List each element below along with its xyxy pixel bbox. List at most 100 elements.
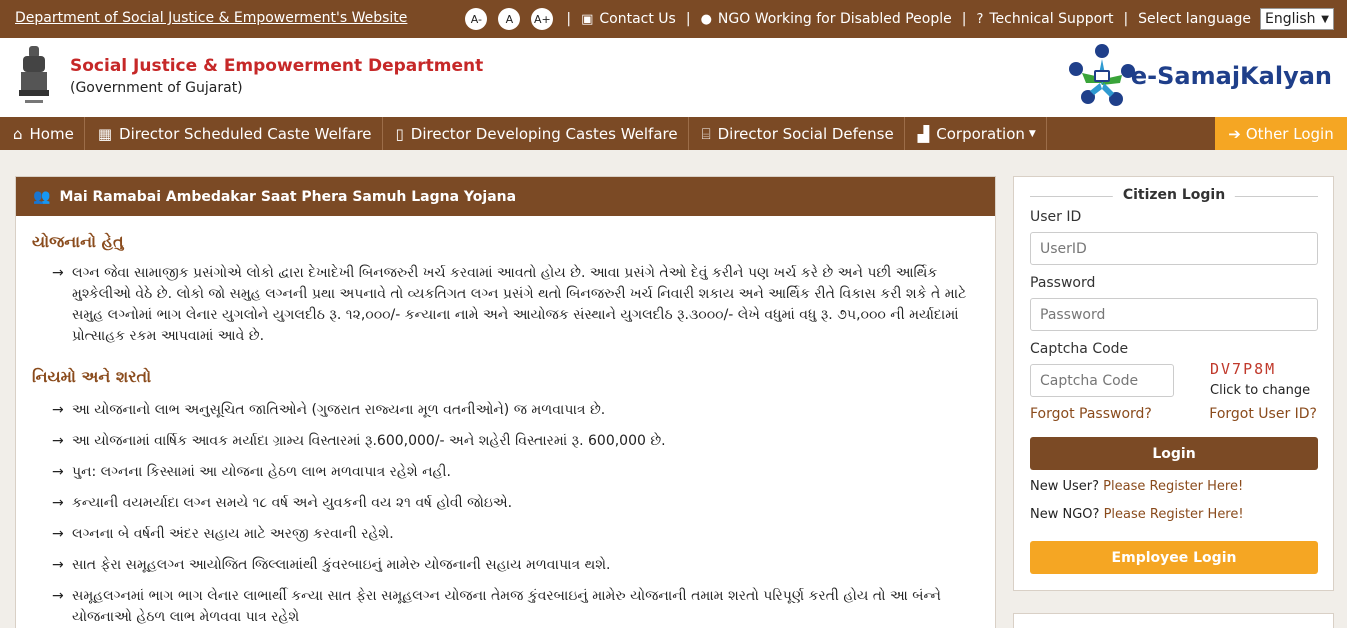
purpose-heading: યોજનાનો હેતુ <box>32 232 124 251</box>
arrow-right-icon: → <box>52 265 64 281</box>
new-user-row: New User? Please Register Here! <box>1030 479 1243 494</box>
register-user-link[interactable]: Please Register Here! <box>1103 479 1243 494</box>
contact-us-link[interactable]: ▣ Contact Us <box>581 11 676 27</box>
arrow-right-icon: → <box>52 495 64 511</box>
rule-text: આ યોજનાનો લાભ અનુસૂચિત જાતિઓને (ગુજરાત ર… <box>72 402 606 418</box>
select-language-label: Select language <box>1138 11 1251 27</box>
institution-icon: ⌸ <box>701 124 711 143</box>
office-icon: ▯ <box>395 124 404 143</box>
font-increase-button[interactable]: A+ <box>531 8 554 30</box>
new-ngo-label: New NGO? <box>1030 507 1100 522</box>
separator: | <box>1123 11 1129 27</box>
site-header: Social Justice & Empowerment Department … <box>0 38 1347 117</box>
login-title-wrap: Citizen Login <box>1030 187 1318 205</box>
list-item: → પુન: લગ્નના કિસ્સામાં આ યોજના હેઠળ લાભ… <box>52 462 972 483</box>
nav-corporation[interactable]: ▟ Corporation ▼ <box>905 117 1047 150</box>
arrow-right-icon: → <box>52 402 64 418</box>
separator: | <box>961 11 967 27</box>
citizen-login-card: Citizen Login User ID UserID Password Pa… <box>1013 176 1334 591</box>
scheme-panel: 👥 Mai Ramabai Ambedakar Saat Phera Samuh… <box>15 176 996 628</box>
register-ngo-link[interactable]: Please Register Here! <box>1104 507 1244 522</box>
scheme-panel-header: 👥 Mai Ramabai Ambedakar Saat Phera Samuh… <box>16 177 995 216</box>
captcha-label: Captcha Code <box>1030 341 1129 357</box>
rule-text: કન્યાની વયમર્યાદા લગ્ન સમયે ૧૮ વર્ષ અને … <box>72 495 513 511</box>
captcha-placeholder: Captcha Code <box>1040 372 1139 389</box>
list-item: → સમૂહલગ્નમાં ભાગ ભાગ લેનાર લાભાર્થી કન્… <box>52 586 972 628</box>
rule-text: પુન: લગ્નના કિસ્સામાં આ યોજના હેઠળ લાભ મ… <box>72 464 451 480</box>
other-login-label: Other Login <box>1245 124 1334 143</box>
citizen-login-title: Citizen Login <box>1112 187 1236 203</box>
list-item: → લગ્નના બે વર્ષની અંદર સહાય માટે અરજી ક… <box>52 524 972 545</box>
password-label: Password <box>1030 275 1096 291</box>
rule-text: સાત ફેરા સમૂહલગ્ન આયોજિત જિલ્લામાંથી કું… <box>72 557 611 573</box>
forgot-userid-link[interactable]: Forgot User ID? <box>1209 406 1317 422</box>
ngo-label: NGO Working for Disabled People <box>717 11 952 27</box>
font-decrease-button[interactable]: A- <box>465 8 488 30</box>
font-normal-button[interactable]: A <box>498 8 521 30</box>
captcha-input[interactable]: Captcha Code <box>1030 364 1174 397</box>
state-emblem-logo <box>19 46 49 103</box>
nav-home[interactable]: ⌂ Home <box>0 117 85 150</box>
new-ngo-row: New NGO? Please Register Here! <box>1030 507 1244 522</box>
arrow-right-icon: → <box>52 526 64 542</box>
department-title: Social Justice & Empowerment Department <box>70 56 484 76</box>
scheme-title: Mai Ramabai Ambedakar Saat Phera Samuh L… <box>59 188 517 205</box>
technical-support-link[interactable]: ? Technical Support <box>976 11 1113 27</box>
rule-text: સમૂહલગ્નમાં ભાગ ભાગ લેનાર લાભાર્થી કન્યા… <box>72 588 941 625</box>
list-item: → સાત ફેરા સમૂહલગ્ન આયોજિત જિલ્લામાંથી ક… <box>52 555 972 576</box>
top-bar: Department of Social Justice & Empowerme… <box>0 0 1347 38</box>
nav-social-defense-label: Director Social Defense <box>717 124 894 143</box>
nav-developing-castes-welfare[interactable]: ▯ Director Developing Castes Welfare <box>383 117 689 150</box>
list-item: → આ યોજનામાં વાર્ષિક આવક મર્યાદા ગ્રામ્ય… <box>52 431 972 452</box>
list-item: → આ યોજનાનો લાભ અનુસૂચિત જાતિઓને (ગુજરાત… <box>52 400 972 421</box>
separator: | <box>685 11 691 27</box>
nav-home-label: Home <box>29 124 74 143</box>
arrow-right-icon: → <box>52 588 64 604</box>
nav-scheduled-caste-welfare[interactable]: ▦ Director Scheduled Caste Welfare <box>85 117 383 150</box>
language-select[interactable]: English ▼ <box>1260 8 1334 30</box>
other-login-button[interactable]: ➔ Other Login <box>1215 117 1347 150</box>
home-icon: ⌂ <box>13 124 23 143</box>
top-bar-right: A- A A+ | ▣ Contact Us | ● NGO Working f… <box>465 7 1334 31</box>
building-icon: ▦ <box>97 124 113 143</box>
question-circle-icon: ? <box>976 11 984 27</box>
forgot-password-link[interactable]: Forgot Password? <box>1030 406 1152 422</box>
sign-in-icon: ➔ <box>1228 124 1241 143</box>
rule-text: આ યોજનામાં વાર્ષિક આવક મર્યાદા ગ્રામ્ય વ… <box>72 433 666 449</box>
department-subtitle: (Government of Gujarat) <box>70 80 243 96</box>
separator: | <box>566 11 572 27</box>
caret-down-icon: ▼ <box>1028 128 1036 139</box>
nav-developing-castes-label: Director Developing Castes Welfare <box>410 124 678 143</box>
user-icon: ● <box>700 11 712 27</box>
login-button[interactable]: Login <box>1030 437 1318 470</box>
chevron-down-icon: ▼ <box>1321 13 1329 25</box>
password-placeholder: Password <box>1040 306 1106 323</box>
industry-icon: ▟ <box>917 124 930 143</box>
main-nav: ⌂ Home ▦ Director Scheduled Caste Welfar… <box>0 117 1347 150</box>
department-website-link[interactable]: Department of Social Justice & Empowerme… <box>15 10 407 26</box>
users-icon: 👥 <box>33 188 51 205</box>
contact-card-icon: ▣ <box>581 11 594 27</box>
arrow-right-icon: → <box>52 464 64 480</box>
purpose-text: લગ્ન જેવા સામાજીક પ્રસંગોએ લોકો દ્વારા દ… <box>72 265 967 344</box>
logo-text: e-SamajKalyan <box>1130 62 1332 90</box>
nav-corporation-label: Corporation <box>936 124 1025 143</box>
secondary-card <box>1013 613 1334 628</box>
captcha-image[interactable]: DV7P8M <box>1210 360 1276 378</box>
employee-login-button[interactable]: Employee Login <box>1030 541 1318 574</box>
contact-us-label: Contact Us <box>599 11 676 27</box>
password-input[interactable]: Password <box>1030 298 1318 331</box>
ngo-link[interactable]: ● NGO Working for Disabled People <box>701 11 952 27</box>
userid-label: User ID <box>1030 209 1082 225</box>
arrow-right-icon: → <box>52 433 64 449</box>
userid-input[interactable]: UserID <box>1030 232 1318 265</box>
nav-scheduled-caste-label: Director Scheduled Caste Welfare <box>119 124 372 143</box>
click-to-change-link[interactable]: Click to change <box>1210 383 1310 398</box>
rule-text: લગ્નના બે વર્ષની અંદર સહાય માટે અરજી કરવ… <box>72 526 394 542</box>
list-item: → કન્યાની વયમર્યાદા લગ્ન સમયે ૧૮ વર્ષ અન… <box>52 493 972 514</box>
userid-placeholder: UserID <box>1040 240 1087 257</box>
nav-social-defense[interactable]: ⌸ Director Social Defense <box>689 117 905 150</box>
arrow-right-icon: → <box>52 557 64 573</box>
list-item: → લગ્ન જેવા સામાજીક પ્રસંગોએ લોકો દ્વારા… <box>52 263 972 347</box>
language-value: English <box>1265 11 1316 27</box>
